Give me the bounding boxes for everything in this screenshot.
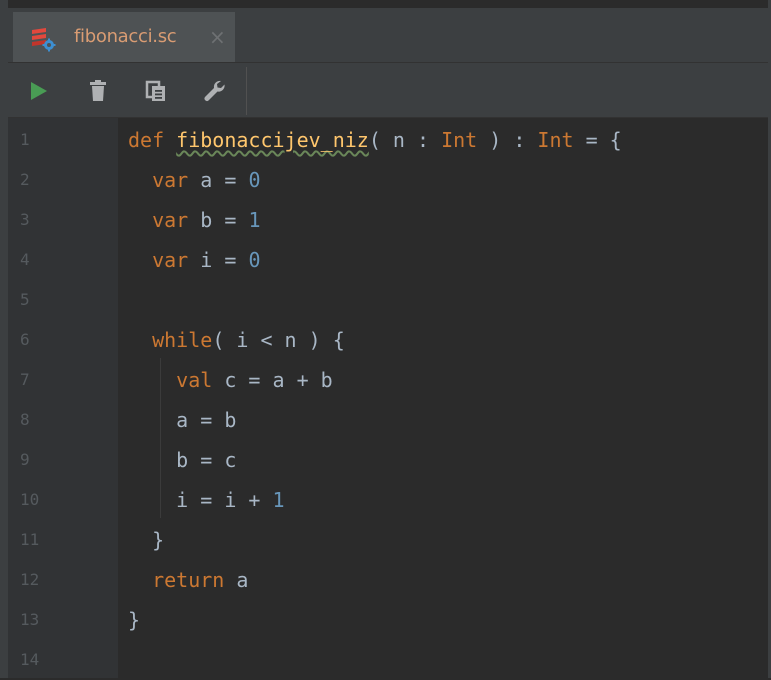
line-number: 14	[20, 650, 40, 669]
keyword-token: var	[152, 208, 189, 232]
number-token: 0	[248, 248, 261, 272]
code-token: ) :	[477, 128, 538, 152]
code-token: b =	[188, 208, 249, 232]
code-token: i = i +	[128, 488, 273, 512]
editor-window: fibonacci.sc × 1 2 3 4 5 6 7 8 9 10 11 12 13 14 d	[0, 0, 771, 678]
keyword-token: val	[176, 368, 213, 392]
keyword-token: var	[152, 168, 189, 192]
number-token: 1	[248, 208, 261, 232]
line-number: 2	[20, 170, 30, 189]
code-line[interactable]: var a = 0	[128, 160, 260, 200]
tab-fibonacci[interactable]: fibonacci.sc ×	[13, 12, 240, 66]
code-line[interactable]: def fibonaccijev_niz( n : Int ) : Int = …	[128, 120, 622, 160]
code-token: }	[128, 528, 165, 552]
code-editor[interactable]: 1 2 3 4 5 6 7 8 9 10 11 12 13 14 def fibonaccijev_niz(…	[8, 118, 768, 678]
copy-icon[interactable]	[142, 77, 170, 105]
line-number: 10	[20, 490, 40, 509]
code-token: a =	[188, 168, 249, 192]
code-token: }	[128, 608, 141, 632]
line-number: 4	[20, 250, 30, 269]
code-token: ( n :	[368, 128, 442, 152]
code-line[interactable]: i = i + 1	[128, 480, 285, 520]
code-line[interactable]: var i = 0	[128, 240, 260, 280]
number-token: 0	[248, 168, 261, 192]
code-line[interactable]: a = b	[128, 400, 236, 440]
code-line[interactable]: b = c	[128, 440, 236, 480]
worksheet-toolbar	[8, 62, 768, 118]
keyword-token: var	[152, 248, 189, 272]
tab-label: fibonacci.sc	[74, 26, 177, 47]
code-line[interactable]: while( i < n ) {	[128, 320, 345, 360]
line-number: 3	[20, 210, 30, 229]
line-number: 5	[20, 290, 30, 309]
line-number: 9	[20, 450, 30, 469]
line-number: 6	[20, 330, 30, 349]
keyword-token: return	[152, 568, 225, 592]
code-line[interactable]: val c = a + b	[128, 360, 333, 400]
code-line[interactable]: return a	[128, 560, 248, 600]
play-icon[interactable]	[24, 77, 52, 105]
line-number: 8	[20, 410, 30, 429]
code-token: a	[224, 568, 249, 592]
code-line[interactable]: }	[128, 520, 164, 560]
toolbar-separator	[246, 67, 247, 115]
code-token: i =	[188, 248, 249, 272]
function-name-token: fibonaccijev_niz	[176, 128, 369, 152]
trash-icon[interactable]	[84, 77, 112, 105]
type-token: Int	[441, 128, 478, 152]
scala-worksheet-icon	[32, 28, 56, 52]
code-line[interactable]: }	[128, 600, 140, 640]
type-token: Int	[537, 128, 574, 152]
line-number: 11	[20, 530, 40, 549]
tab-bar: fibonacci.sc ×	[8, 8, 768, 66]
code-token: c = a + b	[212, 368, 333, 392]
keyword-token: while	[152, 328, 213, 352]
line-number: 13	[20, 610, 40, 629]
wrench-icon[interactable]	[200, 77, 228, 105]
window-left-edge	[0, 0, 8, 678]
keyword-token: def	[128, 128, 177, 152]
close-icon[interactable]: ×	[209, 26, 226, 48]
code-token: = {	[573, 128, 622, 152]
line-number: 12	[20, 570, 40, 589]
code-token: b = c	[128, 448, 237, 472]
number-token: 1	[272, 488, 285, 512]
line-number: 7	[20, 370, 30, 389]
line-number: 1	[20, 130, 30, 149]
code-token: a = b	[128, 408, 237, 432]
code-line[interactable]: var b = 1	[128, 200, 260, 240]
code-token: ( i < n ) {	[212, 328, 345, 352]
